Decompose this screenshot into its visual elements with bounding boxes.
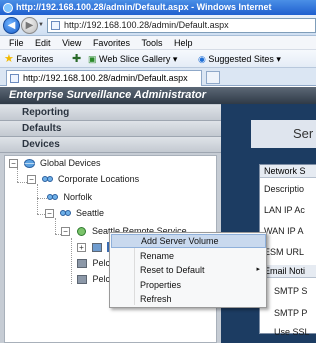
menu-edit[interactable]: Edit [35, 36, 51, 50]
app-header: Enterprise Surveillance Administrator [0, 87, 316, 104]
tree-connector [17, 182, 27, 183]
web-slice-icon: ▣ [88, 54, 97, 64]
add-favorite-icon[interactable]: ✚ [72, 50, 81, 68]
star-icon: ★ [4, 53, 14, 65]
tree-node-pelc-1[interactable]: Pelc [77, 256, 110, 270]
globe-icon [23, 159, 35, 169]
context-menu: Add Server Volume Rename Reset to Defaul… [109, 232, 267, 308]
tree-connector [71, 238, 72, 284]
window-title-bar: http://192.168.100.28/admin/Default.aspx… [0, 0, 316, 15]
menu-item-label: Reset to Default [140, 265, 205, 275]
tab-page-icon [10, 74, 19, 83]
field-smtp-server: SMTP S [274, 286, 308, 296]
collapse-icon[interactable]: − [27, 175, 36, 185]
tree-connector [37, 198, 47, 199]
tree-label: Corporate Locations [58, 174, 140, 184]
server-icon [91, 243, 102, 253]
menu-item-add-server-volume[interactable]: Add Server Volume [111, 234, 266, 248]
address-text: http://192.168.100.28/admin/Default.aspx [64, 20, 229, 30]
accordion-devices[interactable]: Devices [0, 137, 221, 153]
favorites-label: Favorites [16, 54, 54, 64]
web-slice-label: Web Slice Gallery [99, 54, 171, 64]
accordion-reporting[interactable]: Reporting [0, 105, 221, 121]
network-icon [41, 176, 53, 183]
history-dropdown-icon[interactable]: ▼ [38, 22, 44, 28]
ie-logo-icon [3, 3, 13, 13]
expand-icon[interactable]: + [77, 243, 86, 253]
back-button[interactable]: ◀ [3, 17, 20, 34]
window-title: http://192.168.100.28/admin/Default.aspx… [16, 2, 272, 12]
forward-button[interactable]: ▶ [21, 17, 38, 34]
field-esm-url: ESM URL [264, 247, 305, 257]
tree-node-global-devices[interactable]: − Global Devices [9, 156, 101, 170]
server-title-box: Ser [251, 120, 316, 148]
collapse-icon[interactable]: − [45, 209, 54, 219]
menu-item-properties[interactable]: Properties [111, 278, 266, 292]
collapse-icon[interactable]: − [9, 159, 18, 169]
tree-label: Global Devices [40, 158, 101, 168]
menu-view[interactable]: View [62, 36, 81, 50]
page-icon [51, 21, 60, 30]
tree-node-pelc-2[interactable]: Pelc [77, 272, 110, 286]
suggested-sites-icon: ◉ [198, 54, 206, 64]
submenu-arrow-icon: ▸ [256, 266, 260, 273]
suggested-sites-label: Suggested Sites [208, 54, 274, 64]
favorites-button[interactable]: ★ Favorites [4, 50, 53, 68]
tree-node-corporate-locations[interactable]: − Corporate Locations [27, 172, 139, 186]
web-slice-gallery-link[interactable]: ▣ Web Slice Gallery ▾ [88, 50, 177, 68]
tree-label: Pelc [92, 258, 111, 268]
field-wan-ip: WAN IP A [264, 226, 304, 236]
tree-label: Pelc [92, 274, 111, 284]
tree-label: Norfolk [63, 192, 93, 202]
field-smtp-port: SMTP P [274, 308, 308, 318]
network-icon [47, 194, 58, 201]
accordion-defaults[interactable]: Defaults [0, 121, 221, 137]
server-icon [77, 259, 87, 269]
menu-item-reset-to-default[interactable]: Reset to Default ▸ [111, 263, 266, 277]
menu-item-refresh[interactable]: Refresh [111, 292, 266, 306]
field-description: Descriptio [264, 184, 305, 194]
tree-node-seattle[interactable]: − Seattle [45, 206, 104, 220]
suggested-sites-link[interactable]: ◉ Suggested Sites ▾ [198, 50, 281, 68]
settings-panel: Network S Descriptio LAN IP Ac WAN IP A … [259, 164, 316, 337]
server-title: Ser [293, 126, 314, 141]
address-bar[interactable]: http://192.168.100.28/admin/Default.aspx [47, 18, 316, 33]
menu-item-rename[interactable]: Rename [111, 249, 266, 263]
tree-connector [17, 168, 18, 182]
tree-connector [55, 218, 56, 234]
browser-tab[interactable]: http://192.168.100.28/admin/Default.aspx [6, 70, 202, 86]
field-use-ssl: Use SSL [274, 327, 310, 337]
server-icon [77, 275, 87, 285]
tab-bar: http://192.168.100.28/admin/Default.aspx [0, 68, 316, 86]
favorites-bar: ★ Favorites ✚ ▣ Web Slice Gallery ▾ ◉ Su… [0, 50, 316, 68]
menu-file[interactable]: File [9, 36, 24, 50]
field-lan-ip: LAN IP Ac [264, 205, 305, 215]
menu-bar: File Edit View Favorites Tools Help [0, 36, 316, 50]
network-icon [59, 210, 71, 217]
section-network-settings: Network S [260, 165, 316, 178]
new-tab-button[interactable] [206, 71, 220, 84]
collapse-icon[interactable]: − [61, 227, 70, 237]
service-icon [76, 227, 86, 237]
screen: http://192.168.100.28/admin/Default.aspx… [0, 0, 316, 343]
tree-label: Seattle [76, 208, 105, 218]
navigation-bar: ◀ ▶ ▼ http://192.168.100.28/admin/Defaul… [0, 15, 316, 36]
menu-help[interactable]: Help [174, 36, 193, 50]
tree-connector [37, 184, 38, 214]
menu-favorites[interactable]: Favorites [93, 36, 130, 50]
menu-tools[interactable]: Tools [141, 36, 162, 50]
tab-title: http://192.168.100.28/admin/Default.aspx [23, 73, 188, 83]
tree-node-norfolk[interactable]: Norfolk [47, 190, 92, 204]
section-email-notification: Email Noti [260, 265, 316, 278]
